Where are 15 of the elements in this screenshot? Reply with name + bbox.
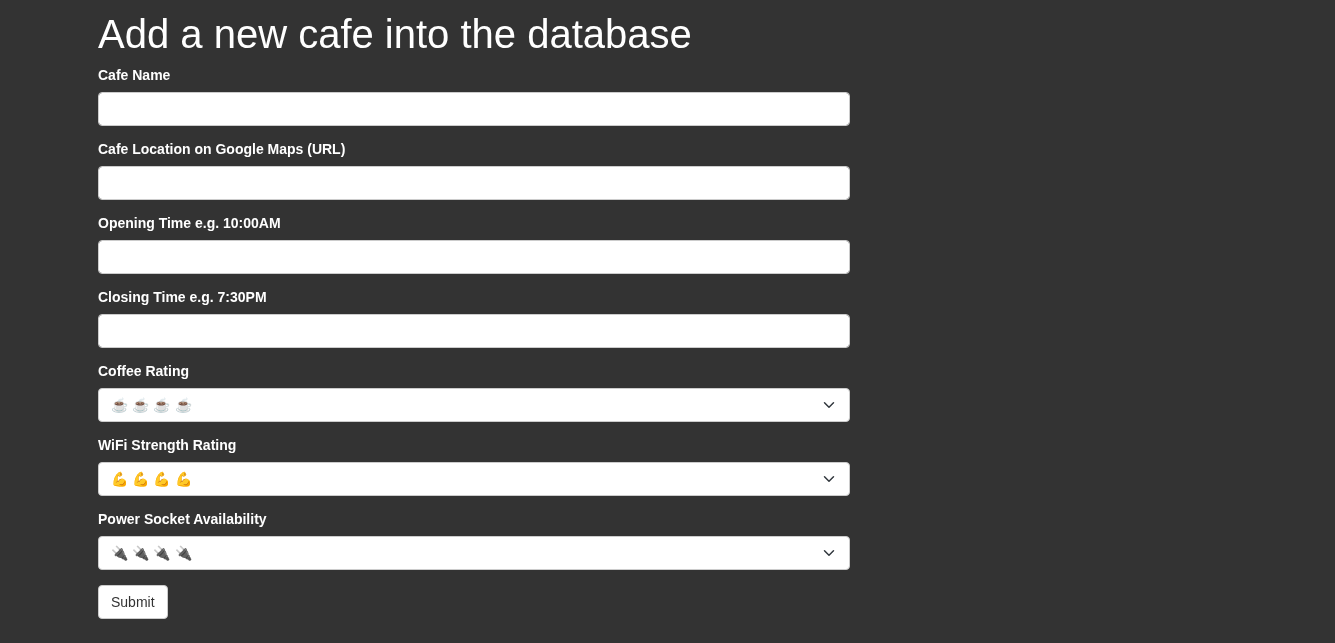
field-label: Coffee Rating bbox=[98, 362, 190, 381]
input-field[interactable] bbox=[98, 92, 850, 126]
page-title: Add a new cafe into the database bbox=[98, 11, 693, 58]
input-field[interactable] bbox=[98, 166, 850, 200]
field-label: Power Socket Availability bbox=[98, 510, 268, 529]
field-label: Cafe Location on Google Maps (URL) bbox=[98, 140, 347, 159]
submit-button[interactable]: Submit bbox=[98, 585, 168, 619]
rating-select[interactable]: 🔌🔌🔌🔌 bbox=[98, 536, 850, 570]
field-label: WiFi Strength Rating bbox=[98, 436, 238, 455]
input-field[interactable] bbox=[98, 240, 850, 274]
field-label: Opening Time e.g. 10:00AM bbox=[98, 214, 282, 233]
field-label: Cafe Name bbox=[98, 66, 172, 85]
rating-select[interactable]: ☕☕☕☕ bbox=[98, 388, 850, 422]
input-field[interactable] bbox=[98, 314, 850, 348]
field-label: Closing Time e.g. 7:30PM bbox=[98, 288, 268, 307]
